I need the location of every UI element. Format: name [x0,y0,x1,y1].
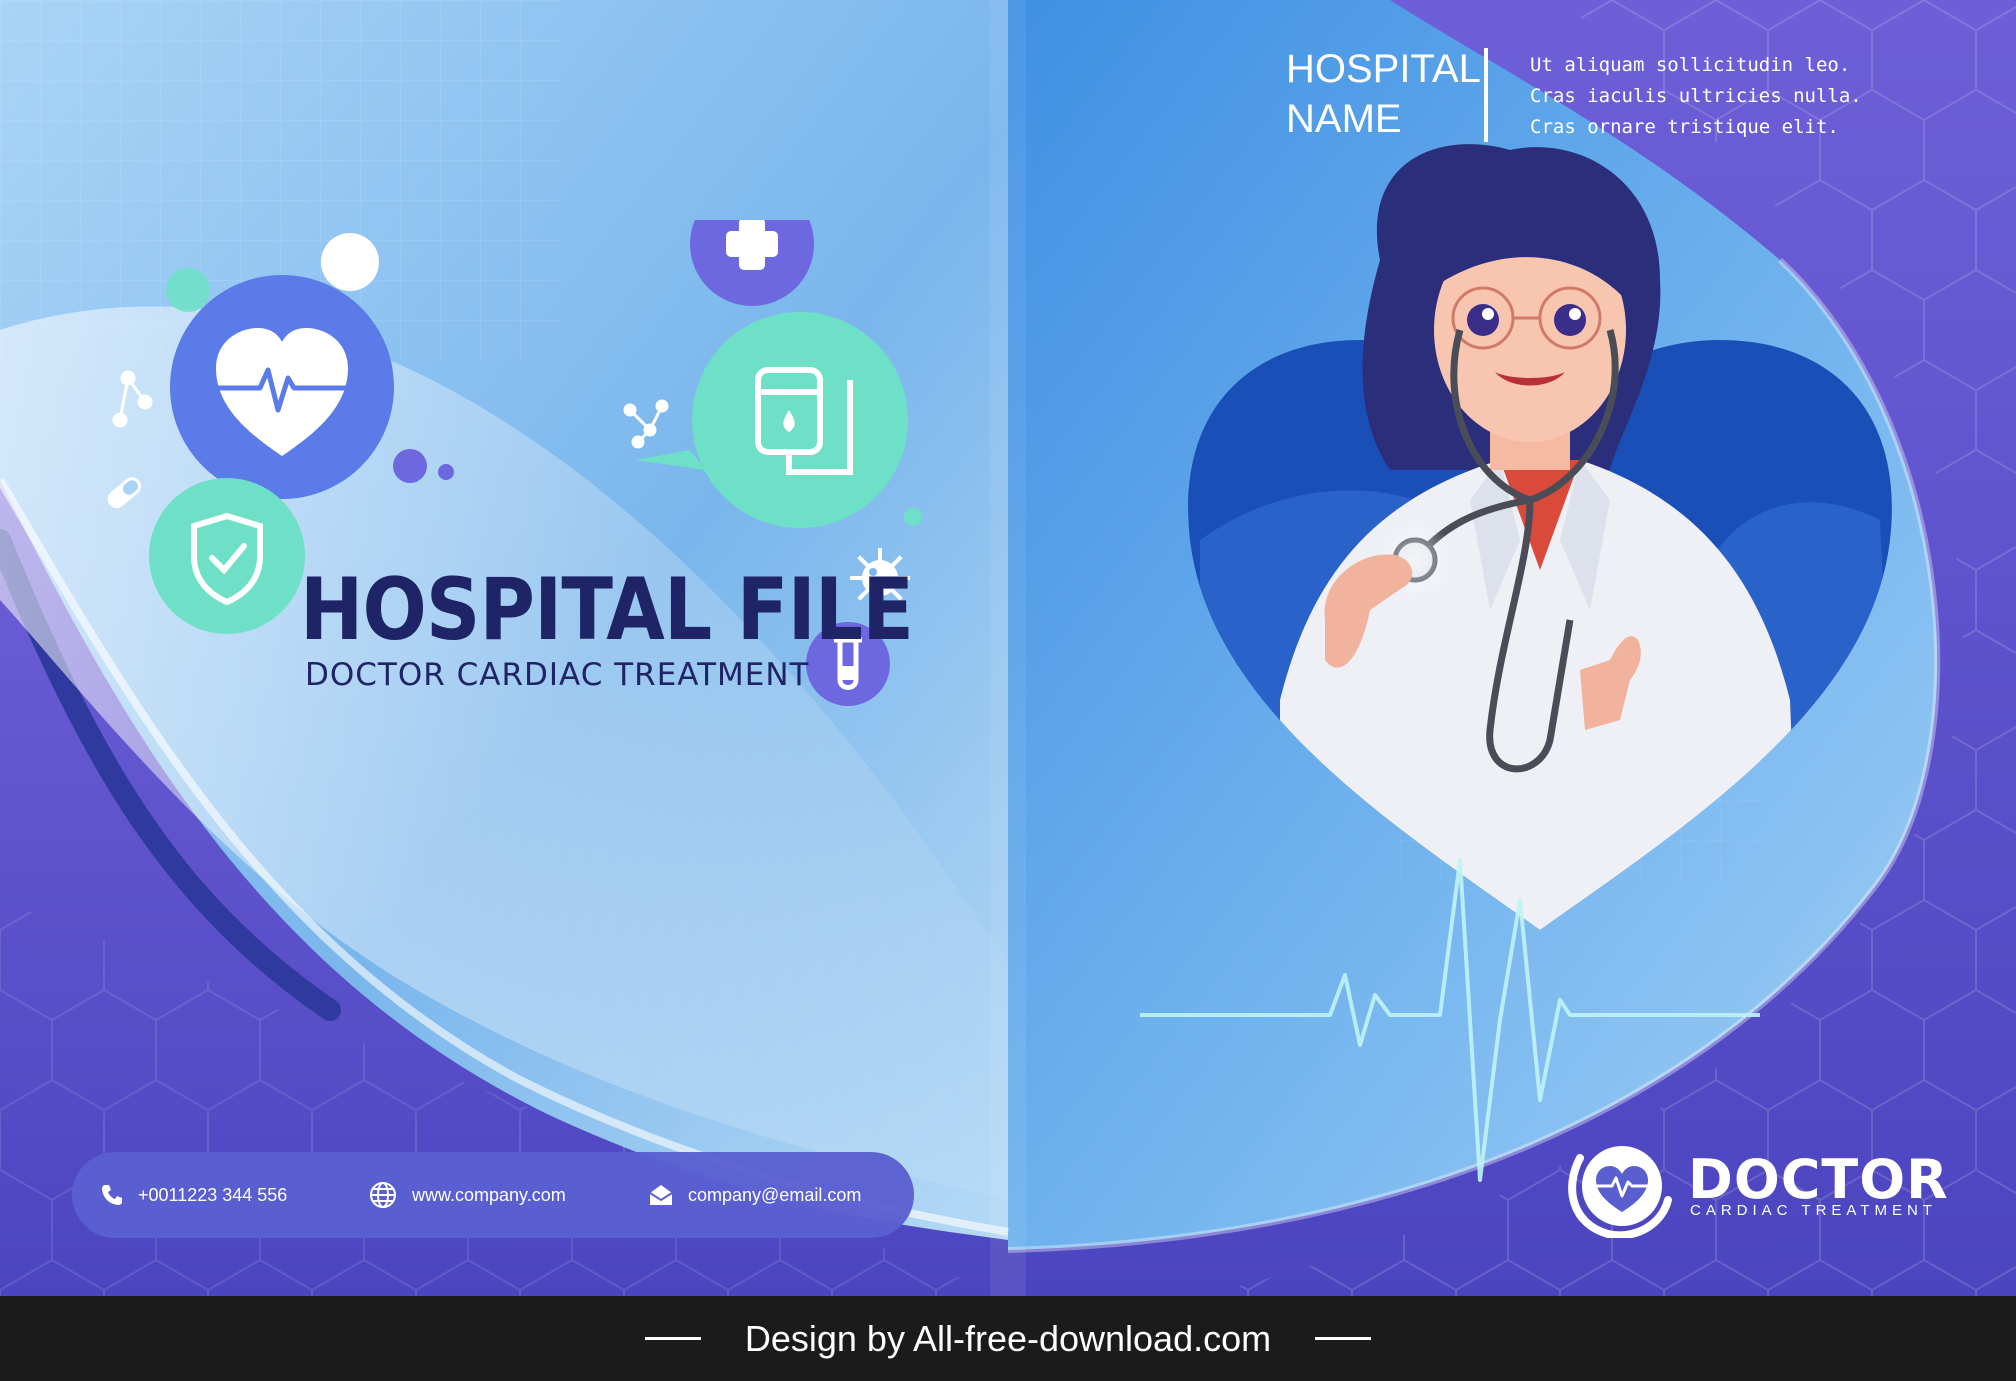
blurb-line: Ut aliquam sollicitudin leo. [1530,54,1851,76]
contact-email[interactable]: company@email.com [648,1178,861,1212]
footer-credit[interactable]: Design by All-free-download.com [745,1318,1271,1360]
iv-bag-icon [635,312,908,528]
contact-phone[interactable]: +0011223 344 556 [100,1178,287,1212]
shield-check-icon [149,478,305,634]
website-url: www.company.com [412,1184,566,1205]
footer-dash [644,1337,701,1340]
brochure-stage: HOSPITAL FILE DOCTOR CARDIAC TREATMENT +… [0,0,2016,1381]
contact-website[interactable]: www.company.com [368,1178,566,1212]
footer-dash [1315,1337,1372,1340]
phone-number: +0011223 344 556 [138,1184,288,1205]
phone-icon [102,1185,122,1205]
hospital-name-line1: HOSPITAL [1286,47,1481,91]
medical-cross-icon [690,220,814,306]
footer-bar: Design by All-free-download.com [0,1296,2016,1381]
blurb-line: Cras iaculis ultricies nulla. [1530,85,1862,107]
doctor-illustration [1140,144,1892,1182]
brochure-artwork: HOSPITAL FILE DOCTOR CARDIAC TREATMENT +… [0,0,2016,1296]
molecule-icon [623,399,669,449]
molecule-icon [112,370,153,428]
blurb-line: Cras ornare tristique elit. [1530,116,1839,138]
email-address: company@email.com [688,1184,862,1205]
hospital-name-line2: NAME [1286,97,1402,141]
doctor-logo-mark [1568,1146,1672,1238]
pill-icon [107,477,142,509]
cover-title: HOSPITAL FILE [300,560,914,660]
globe-icon [370,1182,396,1208]
heart-pulse-icon [170,275,394,499]
header-blurb: Ut aliquam sollicitudin leo. Cras iaculi… [1530,50,1862,143]
header-divider [1484,48,1488,142]
cover-subtitle: DOCTOR CARDIAC TREATMENT [305,657,810,693]
hospital-name: HOSPITAL NAME [1286,44,1481,144]
envelope-icon [649,1185,673,1205]
logo-tagline: CARDIAC TREATMENT [1690,1202,1937,1219]
